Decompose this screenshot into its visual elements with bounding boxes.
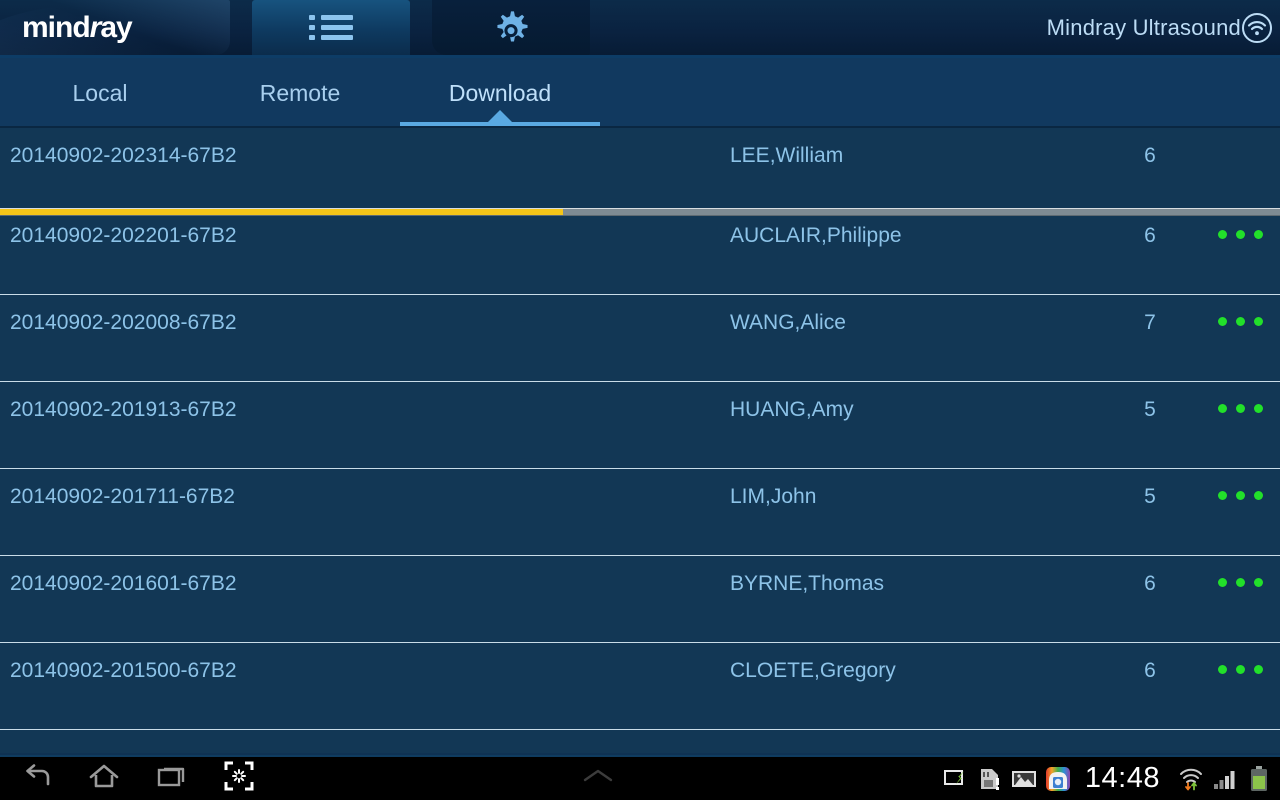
header-tab-worklist[interactable] [252,0,410,55]
cellular-signal-icon [1212,766,1238,792]
row-study-id: 20140902-201913-67B2 [10,398,237,421]
page-title: Mindray Ultrasound [1046,14,1241,40]
tab-download[interactable]: Download [400,58,600,128]
system-status-group[interactable]: 14:48 [943,762,1280,795]
row-more-button[interactable] [1200,469,1280,500]
row-image-count: 6 [1144,659,1156,682]
row-image-count: 6 [1144,224,1156,247]
row-image-count: 5 [1144,398,1156,421]
row-patient-name: AUCLAIR,Philippe [730,224,902,247]
row-patient-name: CLOETE,Gregory [730,659,896,682]
row-more-button[interactable] [1200,208,1280,239]
row-patient-name: LIM,John [730,485,817,508]
row-image-count: 6 [1144,144,1156,167]
row-study-id: 20140902-201500-67B2 [10,659,237,682]
row-more-button[interactable] [1200,295,1280,326]
row-more-button[interactable] [1200,382,1280,413]
row-image-count: 6 [1144,572,1156,595]
tab-remote-label: Remote [259,79,341,106]
header-tab-settings[interactable] [432,0,590,55]
image-icon [1011,766,1037,792]
nav-buttons-group [0,761,254,796]
row-patient-name: LEE,William [730,144,844,167]
recent-apps-icon[interactable] [156,762,188,795]
app-store-icon [1045,766,1071,792]
table-row[interactable]: 20140902-202201-67B2 AUCLAIR,Philippe 6 [0,208,1280,295]
row-study-id: 20140902-202314-67B2 [10,144,237,167]
download-list[interactable]: 20140902-202314-67B2 LEE,William 6 20140… [0,128,1280,753]
row-patient-name: BYRNE,Thomas [730,572,885,595]
table-row[interactable]: 20140902-201913-67B2 HUANG,Amy 5 [0,382,1280,469]
wifi-circle-icon[interactable] [1242,12,1272,43]
tab-download-label: Download [448,79,552,106]
logo-part-2: ay [100,10,132,44]
tab-local[interactable]: Local [0,58,200,128]
tab-remote[interactable]: Remote [200,58,400,128]
row-more-button[interactable] [1200,643,1280,674]
row-study-id: 20140902-201601-67B2 [10,572,237,595]
back-arrow-icon[interactable] [22,762,52,795]
table-row[interactable]: 20140902-201500-67B2 CLOETE,Gregory 6 [0,643,1280,730]
status-clock: 14:48 [1084,762,1160,794]
sd-card-warning-icon [977,766,1003,792]
app-header: mindray Mindray Ultrasound [0,0,1280,58]
row-study-id: 20140902-202201-67B2 [10,224,237,247]
three-green-dots-icon [1217,665,1263,674]
table-body: 20140902-202201-67B2 AUCLAIR,Philippe 6 201… [0,208,1280,730]
battery-icon [1246,765,1272,792]
header-spacer-2 [410,0,432,58]
brand-logo-text: mindray [22,10,133,45]
header-spacer-1 [230,0,252,58]
sub-tab-bar: Local Remote Download [0,58,1280,128]
android-navigation-bar: 14:48 [0,755,1280,800]
screen-capture-icon[interactable] [224,761,254,796]
tab-local-label: Local [72,79,128,106]
row-status-area [1200,128,1280,150]
row-patient-name: HUANG,Amy [730,398,854,421]
table-row[interactable]: 20140902-202008-67B2 WANG,Alice 7 [0,295,1280,382]
row-study-id: 20140902-202008-67B2 [10,311,237,334]
home-icon[interactable] [88,762,120,795]
three-green-dots-icon [1217,230,1263,239]
screen-cast-icon [943,766,969,792]
gear-icon [497,10,528,41]
row-patient-name: WANG,Alice [730,311,846,334]
row-study-id: 20140902-201711-67B2 [10,485,235,508]
wifi-transfer-icon [1178,766,1204,792]
chevron-up-icon[interactable] [580,766,616,791]
three-green-dots-icon [1217,491,1263,500]
header-title-group: Mindray Ultrasound [1047,0,1280,55]
row-image-count: 5 [1144,485,1156,508]
table-row[interactable]: 20140902-201601-67B2 BYRNE,Thomas 6 [0,556,1280,643]
three-green-dots-icon [1217,317,1263,326]
row-more-button[interactable] [1200,556,1280,587]
three-green-dots-icon [1217,404,1263,413]
nav-expand-group [254,766,943,791]
logo-part-italic-r: r [89,10,102,44]
row-image-count: 7 [1144,311,1156,334]
three-green-dots-icon [1217,578,1263,587]
table-row[interactable]: 20140902-201711-67B2 LIM,John 5 [0,469,1280,556]
tab-selected-arrow-icon [487,110,513,123]
logo-part-1: mind [22,10,91,44]
table-row-downloading[interactable]: 20140902-202314-67B2 LEE,William 6 [0,128,1280,216]
list-icon [309,13,353,43]
brand-logo-tile: mindray [0,0,230,55]
